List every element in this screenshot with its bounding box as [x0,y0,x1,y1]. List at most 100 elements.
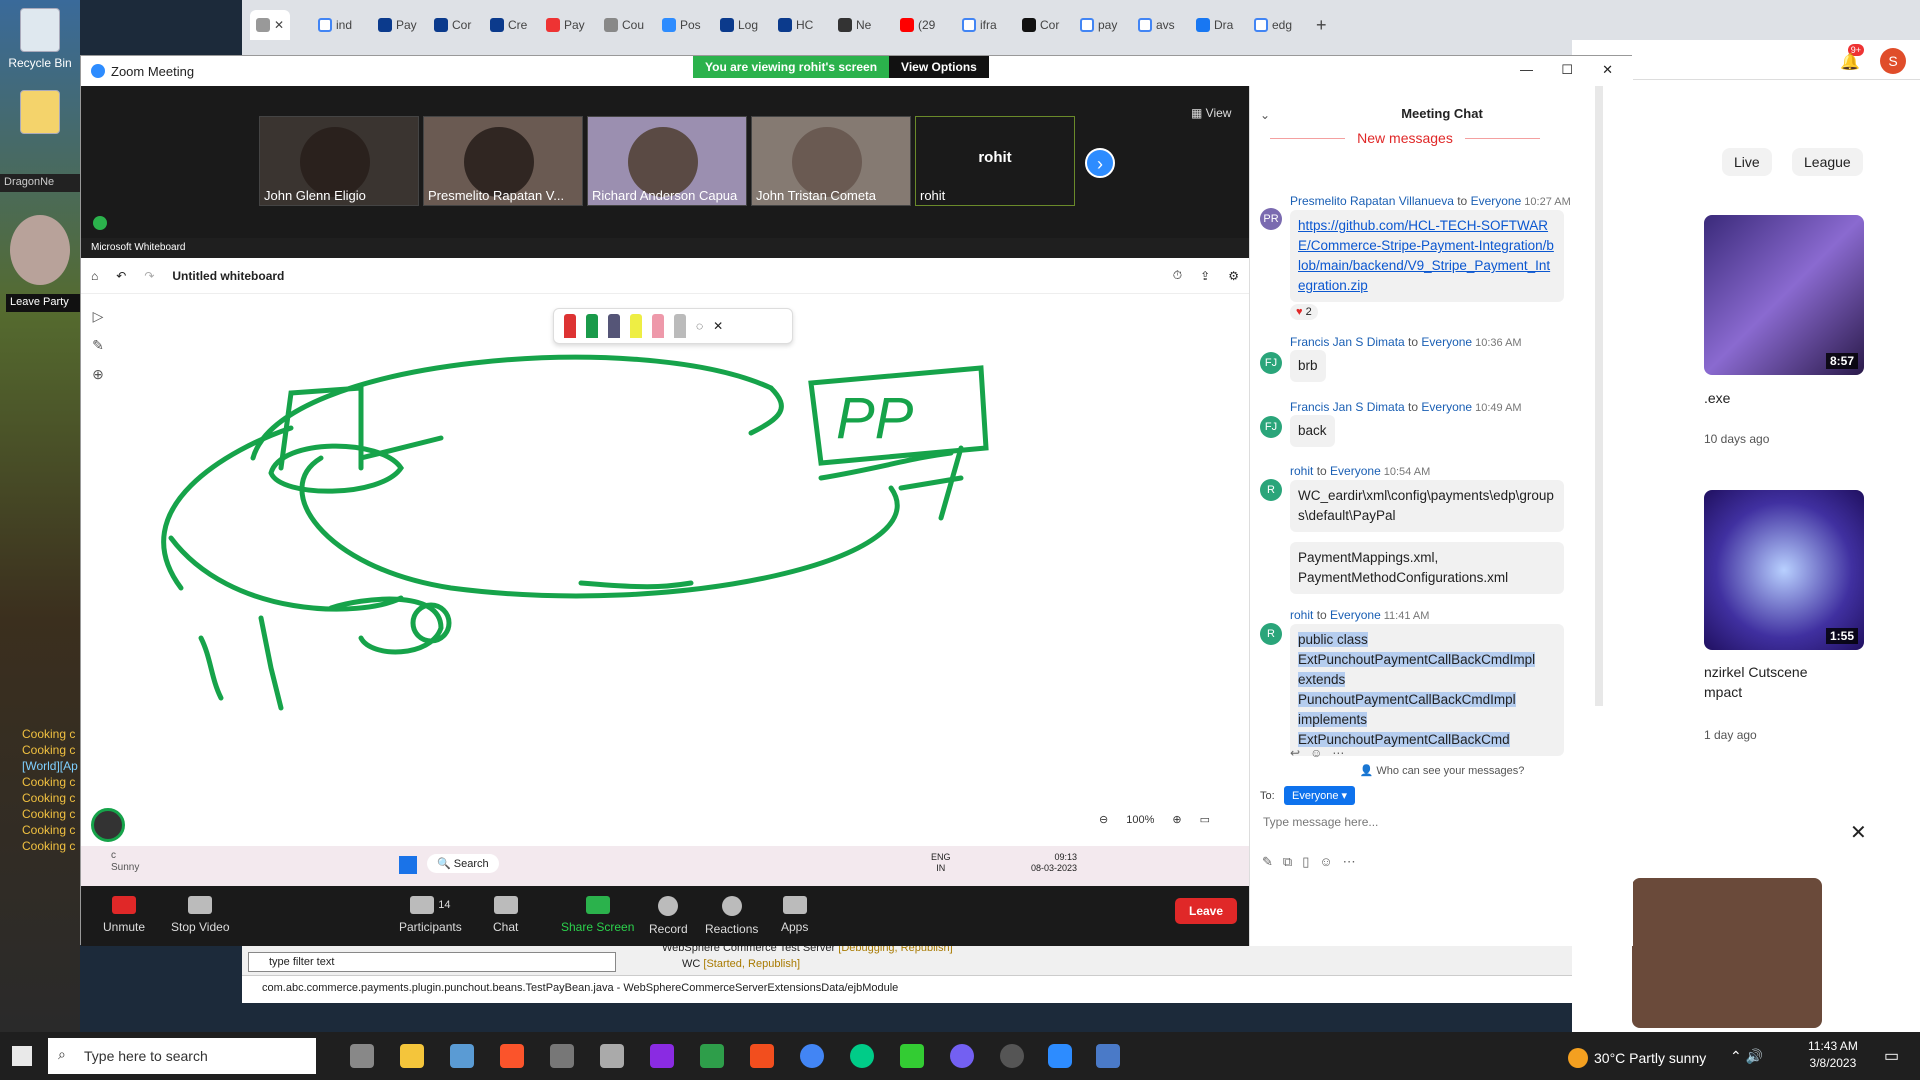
browser-tab[interactable]: avs [1132,10,1181,40]
video-thumbnail[interactable]: 8:57 [1704,215,1864,375]
weather-widget[interactable]: 30°C Partly sunny [1568,1048,1706,1068]
zoom-icon[interactable] [1048,1044,1072,1068]
browser-tab[interactable]: Cou [598,10,650,40]
browser-tab[interactable]: Cor [428,10,477,40]
zoom-in-icon[interactable]: ⊕ [1172,813,1181,826]
record-button[interactable]: Record [649,896,688,936]
browser-tab[interactable]: Ne [832,10,877,40]
taskbar-search[interactable]: ⌕ Type here to search [48,1038,316,1074]
browser-tab[interactable]: Cor [1016,10,1065,40]
participant-tile[interactable]: John Glenn Eligio [259,116,419,206]
whiteboard-canvas[interactable]: PP [81,238,1249,846]
profile-avatar[interactable]: S [1880,48,1906,74]
app-icon[interactable] [600,1044,624,1068]
browser-tab[interactable]: Pay [540,10,591,40]
app-icon[interactable] [900,1044,924,1068]
browser-tab[interactable]: HC [772,10,819,40]
intellij-icon[interactable] [650,1044,674,1068]
browser-tab[interactable]: ifra [956,10,1003,40]
browser-tab[interactable]: edg [1248,10,1298,40]
share-screen-button[interactable]: Share Screen [561,896,634,934]
chip-live[interactable]: Live [1722,148,1772,176]
chat-button[interactable]: Chat [493,896,518,934]
tray-icons[interactable]: ⌃ 🔊 [1730,1048,1763,1065]
folder-shortcut[interactable] [6,90,74,138]
lang-indicator[interactable]: ENG IN [931,852,951,874]
video-title[interactable]: .exe [1704,390,1730,406]
leave-party-button[interactable]: Leave Party [6,294,80,312]
browser-tab[interactable]: Pay [372,10,423,40]
next-page-icon[interactable]: › [1085,148,1115,178]
zoom-out-icon[interactable]: ⊖ [1099,813,1108,826]
browser-tab[interactable]: ind [312,10,358,40]
bell-icon[interactable]: 🔔 [1840,52,1860,72]
windows-start-icon[interactable] [399,856,417,874]
edge-icon[interactable] [850,1044,874,1068]
chat-message-selected[interactable]: public class ExtPunchoutPaymentCallBackC… [1290,624,1564,756]
new-tab-button[interactable]: + [1310,10,1333,40]
emoji-react-icon[interactable]: ☺ [1310,746,1322,760]
viber-icon[interactable] [950,1044,974,1068]
unmute-button[interactable]: Unmute [103,896,145,934]
participant-tile-active[interactable]: rohit rohit [915,116,1075,206]
reactions-button[interactable]: Reactions [705,896,758,936]
wc-tree-item[interactable]: WC [Started, Republish] [682,958,800,970]
browser-tab[interactable]: pay [1074,10,1123,40]
format-icon[interactable]: ✎ [1262,854,1273,870]
view-options-button[interactable]: View Options [889,56,989,78]
close-icon[interactable]: ✕ [1850,820,1867,845]
participant-tile[interactable]: John Tristan Cometa [751,116,911,206]
calculator-icon[interactable] [1096,1044,1120,1068]
participants-button[interactable]: 14 Participants [399,896,462,934]
chrome-icon[interactable] [800,1044,824,1068]
reply-icon[interactable]: ↩ [1290,746,1300,760]
more-icon[interactable]: ⋯ [1343,854,1356,870]
who-can-see-link[interactable]: 👤 Who can see your messages? [1250,764,1634,777]
browser-tab[interactable]: Log [714,10,764,40]
minimize-icon[interactable]: — [1520,62,1533,77]
filter-input[interactable]: type filter text [248,952,616,972]
pen-fab-icon[interactable] [91,808,125,842]
shared-search[interactable]: 🔍 Search [427,854,499,873]
recipient-dropdown[interactable]: Everyone ▾ [1284,786,1356,805]
video-thumbnail[interactable]: 1:55 [1704,490,1864,650]
browser-tab[interactable]: (29 [894,10,941,40]
figma-icon[interactable] [750,1044,774,1068]
chat-scrollbar[interactable] [1595,86,1603,706]
more-icon[interactable]: ⋯ [1332,746,1344,760]
video-title[interactable]: nzirkel Cutscene [1704,664,1808,680]
task-view-icon[interactable] [350,1044,374,1068]
browser-tab-active[interactable]: ✕ [250,10,290,40]
screenshot-icon[interactable]: ⧉ [1283,854,1292,870]
view-button[interactable]: ▦ View [1191,106,1231,120]
chip-league[interactable]: League [1792,148,1863,176]
notification-icon[interactable]: ▭ [1884,1046,1899,1066]
emoji-icon[interactable]: ☺ [1319,854,1332,870]
app-icon[interactable] [1000,1044,1024,1068]
close-icon[interactable]: ✕ [1602,62,1613,78]
app-icon[interactable] [450,1044,474,1068]
app-icon[interactable] [550,1044,574,1068]
stop-video-button[interactable]: Stop Video [171,896,230,934]
leave-button[interactable]: Leave [1175,898,1238,924]
browser-tab[interactable]: Dra [1190,10,1239,40]
file-explorer-icon[interactable] [400,1044,424,1068]
recycle-bin-shortcut[interactable]: Recycle Bin [6,8,74,70]
shared-clock[interactable]: 09:13 08-03-2023 [1031,852,1077,874]
maximize-icon[interactable]: ☐ [1561,62,1573,78]
apps-button[interactable]: Apps [781,896,808,934]
fit-screen-icon[interactable]: ▭ [1200,813,1210,826]
brave-icon[interactable] [500,1044,524,1068]
chat-link[interactable]: https://github.com/HCL-TECH-SOFTWARE/Com… [1290,210,1564,302]
video-thumbnail[interactable] [1632,878,1822,1028]
windows-start-icon[interactable] [12,1046,32,1066]
reaction-badge[interactable]: ♥ 2 [1290,304,1318,320]
browser-tab[interactable]: Cre [484,10,533,40]
participant-tile[interactable]: Richard Anderson Capua [587,116,747,206]
notepad-icon[interactable] [700,1044,724,1068]
taskbar-clock[interactable]: 11:43 AM 3/8/2023 [1808,1038,1858,1072]
browser-tab[interactable]: Pos [656,10,707,40]
participant-tile[interactable]: Presmelito Rapatan V... [423,116,583,206]
file-icon[interactable]: ▯ [1302,854,1309,870]
chat-input[interactable]: Type message here... [1260,812,1620,834]
